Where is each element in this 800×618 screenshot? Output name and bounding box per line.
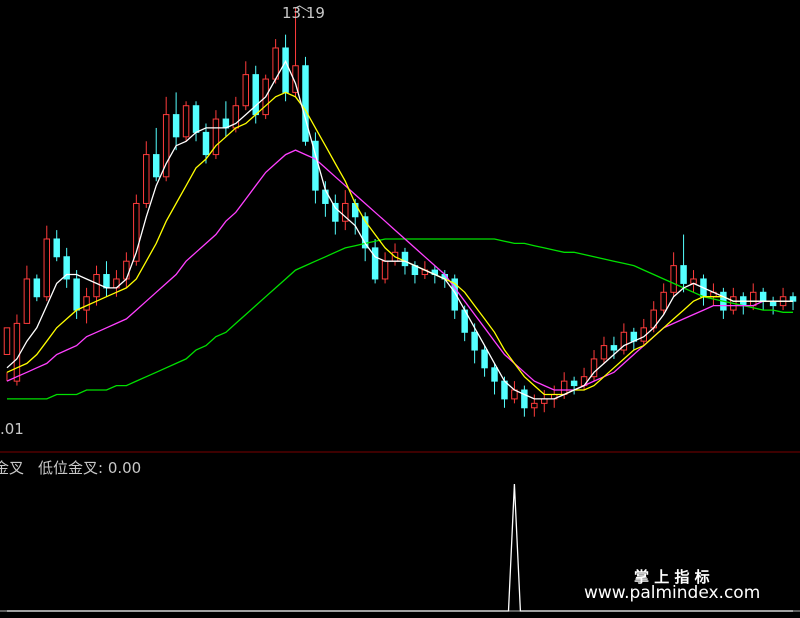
price-panel bbox=[3, 5, 797, 417]
candle-body bbox=[491, 367, 498, 382]
candlestick bbox=[640, 318, 648, 346]
watermark-url: www.palmindex.com bbox=[584, 583, 761, 603]
candle-body bbox=[83, 296, 90, 311]
candle-body bbox=[789, 296, 797, 302]
ma10-line bbox=[6, 91, 793, 396]
candlestick bbox=[700, 274, 707, 306]
candle-body bbox=[93, 274, 100, 298]
candlestick bbox=[670, 252, 677, 297]
candlestick bbox=[143, 141, 150, 208]
candlestick bbox=[759, 287, 767, 311]
candlestick bbox=[471, 323, 478, 364]
candlestick bbox=[212, 110, 220, 160]
candle-body bbox=[73, 278, 80, 311]
candle-body bbox=[282, 47, 289, 93]
candle-body bbox=[610, 345, 618, 351]
candle-body bbox=[242, 74, 250, 107]
candlestick bbox=[123, 252, 130, 288]
candlestick bbox=[222, 101, 230, 137]
candlestick bbox=[63, 247, 70, 288]
low-price-label: .01 bbox=[0, 420, 24, 438]
candlestick bbox=[13, 314, 21, 386]
candle-body bbox=[202, 131, 210, 156]
high-price-label: 13.19 bbox=[282, 4, 325, 22]
candle-body bbox=[3, 327, 11, 355]
candlestick bbox=[779, 287, 787, 311]
candlestick bbox=[342, 190, 349, 231]
indicator-legend-cross: 金叉 bbox=[0, 459, 25, 477]
candle-body bbox=[332, 202, 339, 222]
candle-body bbox=[401, 251, 409, 267]
indicator-legend-low-cross: 低位金叉: 0.00 bbox=[38, 459, 142, 477]
candlestick bbox=[361, 212, 369, 262]
candle-body bbox=[192, 105, 200, 133]
candle-body bbox=[471, 331, 478, 351]
candle-body bbox=[600, 345, 608, 360]
candlestick bbox=[620, 323, 628, 355]
candlestick bbox=[133, 194, 140, 266]
candlestick bbox=[53, 230, 60, 262]
candlestick bbox=[242, 61, 250, 111]
ma5-line bbox=[6, 59, 793, 400]
candle-body bbox=[481, 349, 488, 369]
candlestick bbox=[769, 296, 777, 315]
candlestick bbox=[282, 34, 289, 102]
candlestick bbox=[302, 56, 309, 146]
candle-body bbox=[53, 238, 60, 258]
candle-body bbox=[371, 247, 379, 280]
candle-body bbox=[322, 189, 329, 204]
candle-body bbox=[103, 274, 110, 289]
candlestick bbox=[103, 261, 110, 297]
chart-canvas bbox=[0, 5, 800, 612]
candle-body bbox=[152, 154, 160, 178]
candlestick bbox=[152, 127, 160, 182]
candlestick bbox=[710, 283, 717, 306]
candlestick bbox=[630, 327, 638, 351]
candlestick bbox=[3, 327, 11, 382]
candle-body bbox=[172, 114, 180, 138]
candlestick bbox=[312, 132, 319, 204]
candlestick bbox=[332, 194, 339, 235]
candlestick bbox=[590, 350, 598, 382]
candle-body bbox=[182, 105, 190, 138]
candlestick bbox=[740, 292, 747, 315]
candle-body bbox=[749, 291, 757, 307]
candle-body bbox=[302, 65, 309, 142]
candlestick bbox=[23, 265, 31, 324]
candlestick bbox=[690, 270, 697, 293]
candlestick bbox=[570, 376, 578, 395]
candle-body bbox=[23, 278, 31, 324]
candle-body bbox=[670, 265, 677, 293]
candlestick bbox=[33, 274, 41, 302]
candle-body bbox=[123, 260, 130, 280]
candlestick bbox=[720, 287, 727, 319]
candle-body bbox=[541, 398, 548, 404]
candlestick bbox=[182, 101, 190, 142]
candle-body bbox=[143, 154, 150, 204]
candle-body bbox=[570, 380, 578, 387]
candle-body bbox=[560, 380, 568, 395]
candlestick bbox=[192, 101, 200, 142]
candlestick bbox=[371, 238, 379, 284]
candlestick bbox=[600, 336, 608, 364]
candlestick bbox=[322, 181, 329, 217]
candlestick bbox=[381, 252, 389, 284]
candlestick bbox=[172, 92, 180, 151]
candlestick bbox=[680, 234, 687, 293]
candle-body bbox=[252, 74, 259, 116]
candle-body bbox=[660, 291, 667, 311]
candle-body bbox=[501, 380, 508, 400]
candle-body bbox=[680, 265, 687, 284]
candle-body bbox=[351, 202, 359, 218]
candlestick bbox=[511, 381, 518, 404]
candlestick bbox=[521, 385, 528, 417]
candle-body bbox=[43, 238, 51, 298]
candle-body bbox=[759, 291, 767, 302]
candlestick bbox=[43, 225, 51, 302]
candle-body bbox=[531, 402, 538, 409]
candle-body bbox=[13, 322, 21, 382]
candle-body bbox=[381, 260, 389, 280]
candle-body bbox=[33, 278, 41, 298]
candle-body bbox=[521, 389, 528, 409]
